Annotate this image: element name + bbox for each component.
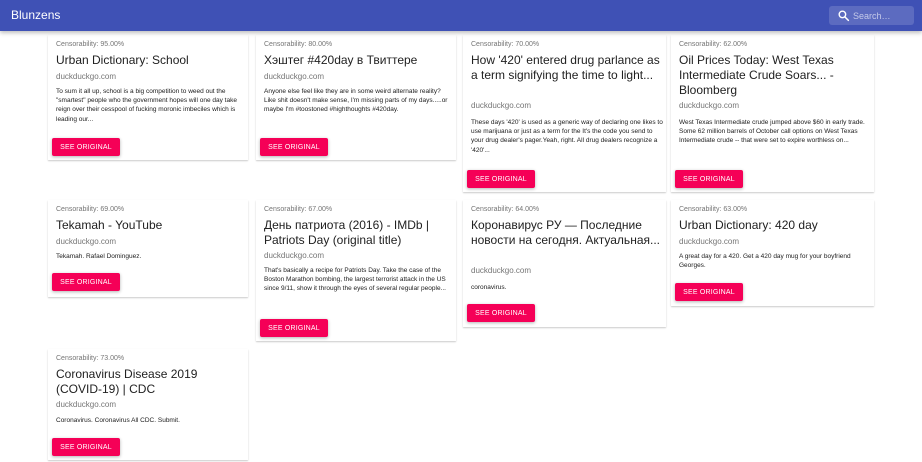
see-original-button[interactable]: See Original [675, 283, 743, 301]
censorability-score: Censorability: 64.00% [471, 206, 540, 213]
result-card: Censorability: 63.00% Urban Dictionary: … [671, 200, 874, 306]
result-card: Censorability: 69.00% Tekamah - YouTube … [48, 200, 248, 297]
see-original-button[interactable]: See Original [260, 138, 328, 156]
card-title: Tekamah - YouTube [56, 218, 163, 232]
censorability-score: Censorability: 73.00% [56, 355, 125, 362]
card-source: duckduckgo.com [471, 101, 532, 110]
card-source: duckduckgo.com [264, 251, 325, 260]
card-title: Coronavirus Disease 2019 (COVID-19) | CD… [56, 367, 198, 396]
card-source: duckduckgo.com [56, 237, 117, 246]
card-source: duckduckgo.com [264, 72, 325, 81]
card-description: That's basically a recipe for Patriots D… [264, 267, 446, 293]
censorability-score: Censorability: 70.00% [471, 41, 540, 48]
censorability-score: Censorability: 95.00% [56, 41, 125, 48]
see-original-button[interactable]: See Original [467, 304, 535, 322]
result-card: Censorability: 67.00% День патриота (201… [256, 200, 456, 341]
card-title: How '420' entered drug parlance as a ter… [471, 53, 660, 82]
card-source: duckduckgo.com [56, 72, 117, 81]
see-original-button[interactable]: See Original [52, 138, 120, 156]
censorability-score: Censorability: 67.00% [264, 206, 333, 213]
card-description: Tekamah. Rafael Dominguez. [56, 253, 142, 260]
censorability-score: Censorability: 62.00% [679, 41, 748, 48]
result-card: Censorability: 80.00% Хэштег #420day в Т… [256, 35, 456, 160]
search-icon [838, 10, 850, 22]
result-card: Censorability: 62.00% Oil Prices Today: … [671, 35, 874, 192]
card-description: Coronavirus. Coronavirus All CDC. Submit… [56, 417, 180, 424]
card-source: duckduckgo.com [679, 101, 740, 110]
card-source: duckduckgo.com [471, 266, 532, 275]
card-title: Хэштег #420day в Твиттере [264, 53, 418, 67]
card-title: День патриота (2016) - IMDb | Patriots D… [264, 218, 430, 247]
see-original-button[interactable]: See Original [260, 319, 328, 337]
card-source: duckduckgo.com [56, 400, 117, 409]
card-description: West Texas Intermediate crude jumped abo… [679, 119, 865, 145]
card-title: Коронавирус РУ — Последние новости на се… [471, 218, 660, 247]
card-title: Oil Prices Today: West Texas Intermediat… [679, 53, 834, 97]
card-description: coronavirus. [471, 284, 507, 291]
result-card: Censorability: 73.00% Coronavirus Diseas… [48, 349, 248, 460]
card-description: To sum it all up, school is a big compet… [56, 88, 237, 123]
censorability-score: Censorability: 69.00% [56, 206, 125, 213]
search-box[interactable] [829, 6, 914, 25]
see-original-button[interactable]: See Original [675, 170, 743, 188]
card-source: duckduckgo.com [679, 237, 740, 246]
censorability-score: Censorability: 80.00% [264, 41, 333, 48]
result-card: Censorability: 70.00% How '420' entered … [463, 35, 666, 192]
see-original-button[interactable]: See Original [52, 438, 120, 456]
app-bar: Blunzens [0, 0, 922, 31]
card-description: Anyone else feel like they are in some w… [264, 88, 448, 114]
result-card: Censorability: 95.00% Urban Dictionary: … [48, 35, 248, 160]
app-title: Blunzens [11, 8, 61, 22]
card-description: These days '420' is used as a generic wa… [471, 119, 663, 154]
search-input[interactable] [853, 8, 911, 23]
see-original-button[interactable]: See Original [52, 273, 120, 291]
censorability-score: Censorability: 63.00% [679, 206, 748, 213]
card-title: Urban Dictionary: 420 day [679, 218, 818, 232]
card-description: A great day for a 420. Get a 420 day mug… [679, 253, 851, 270]
see-original-button[interactable]: See Original [467, 170, 535, 188]
card-title: Urban Dictionary: School [56, 53, 189, 67]
result-card: Censorability: 64.00% Коронавирус РУ — П… [463, 200, 666, 327]
